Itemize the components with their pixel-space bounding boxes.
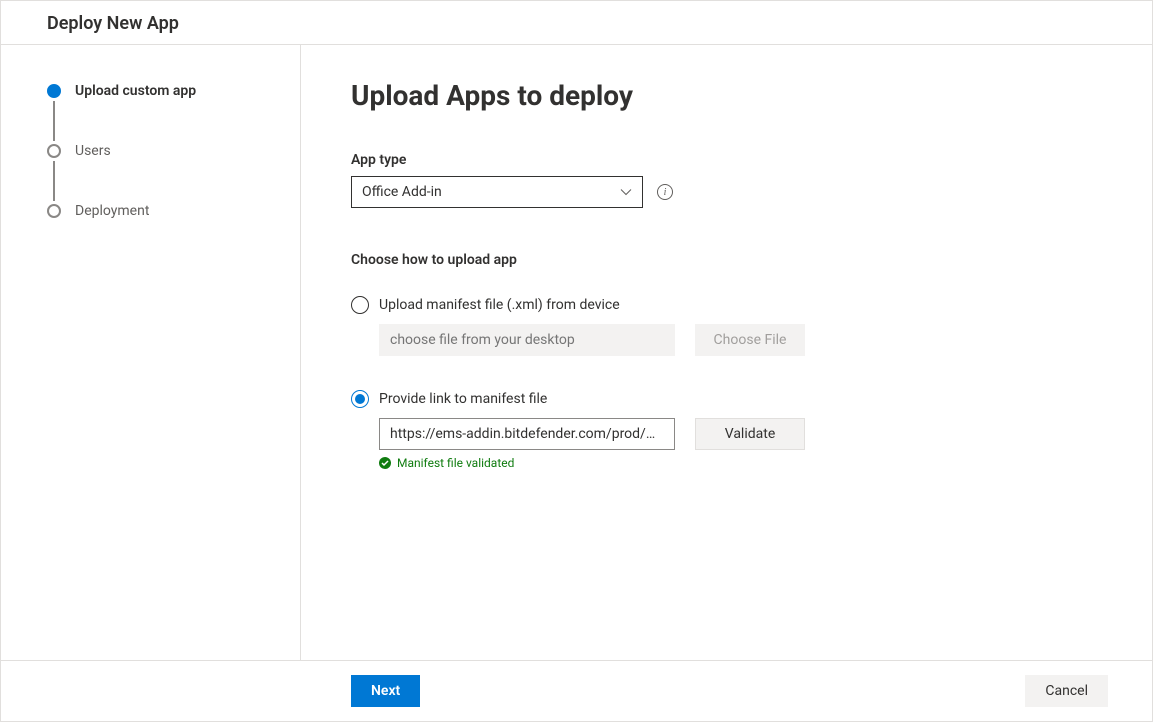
step-indicator-icon [47,144,61,158]
app-type-dropdown[interactable]: Office Add-in [351,176,643,208]
choose-file-button: Choose File [695,324,805,356]
main-content: Upload Apps to deploy App type Office Ad… [301,45,1152,660]
step-indicator-icon [47,84,61,98]
step-connector [53,101,55,141]
step-label: Upload custom app [75,81,196,101]
chevron-down-icon [620,186,632,198]
step-upload-custom-app[interactable]: Upload custom app [47,81,260,101]
check-circle-icon [379,457,391,469]
page-title: Upload Apps to deploy [351,79,1152,112]
step-deployment[interactable]: Deployment [47,201,260,221]
dialog-header: Deploy New App [1,1,1152,45]
choose-how-label: Choose how to upload app [351,252,1152,268]
radio-label: Upload manifest file (.xml) from device [379,297,620,313]
upload-from-device-radio[interactable] [351,296,369,314]
validation-text: Manifest file validated [397,456,514,470]
file-path-input [379,324,675,356]
step-label: Deployment [75,201,149,221]
step-indicator-icon [47,204,61,218]
step-label: Users [75,141,111,161]
provide-link-option: Provide link to manifest file Validate M… [351,390,1152,470]
app-type-label: App type [351,152,1152,168]
step-connector [53,161,55,201]
radio-label: Provide link to manifest file [379,391,547,407]
upload-from-device-option: Upload manifest file (.xml) from device … [351,296,1152,356]
provide-link-radio[interactable] [351,390,369,408]
validate-button[interactable]: Validate [695,418,805,450]
dialog-title: Deploy New App [47,13,179,34]
next-button[interactable]: Next [351,675,420,707]
step-users[interactable]: Users [47,141,260,161]
validation-message: Manifest file validated [379,456,1152,470]
info-icon[interactable]: i [657,184,673,200]
dialog-footer: Next Cancel [1,660,1152,721]
manifest-url-input[interactable] [379,418,675,450]
dropdown-value: Office Add-in [362,184,442,200]
wizard-steps-sidebar: Upload custom app Users Deployment [1,45,301,660]
cancel-button[interactable]: Cancel [1025,675,1108,707]
